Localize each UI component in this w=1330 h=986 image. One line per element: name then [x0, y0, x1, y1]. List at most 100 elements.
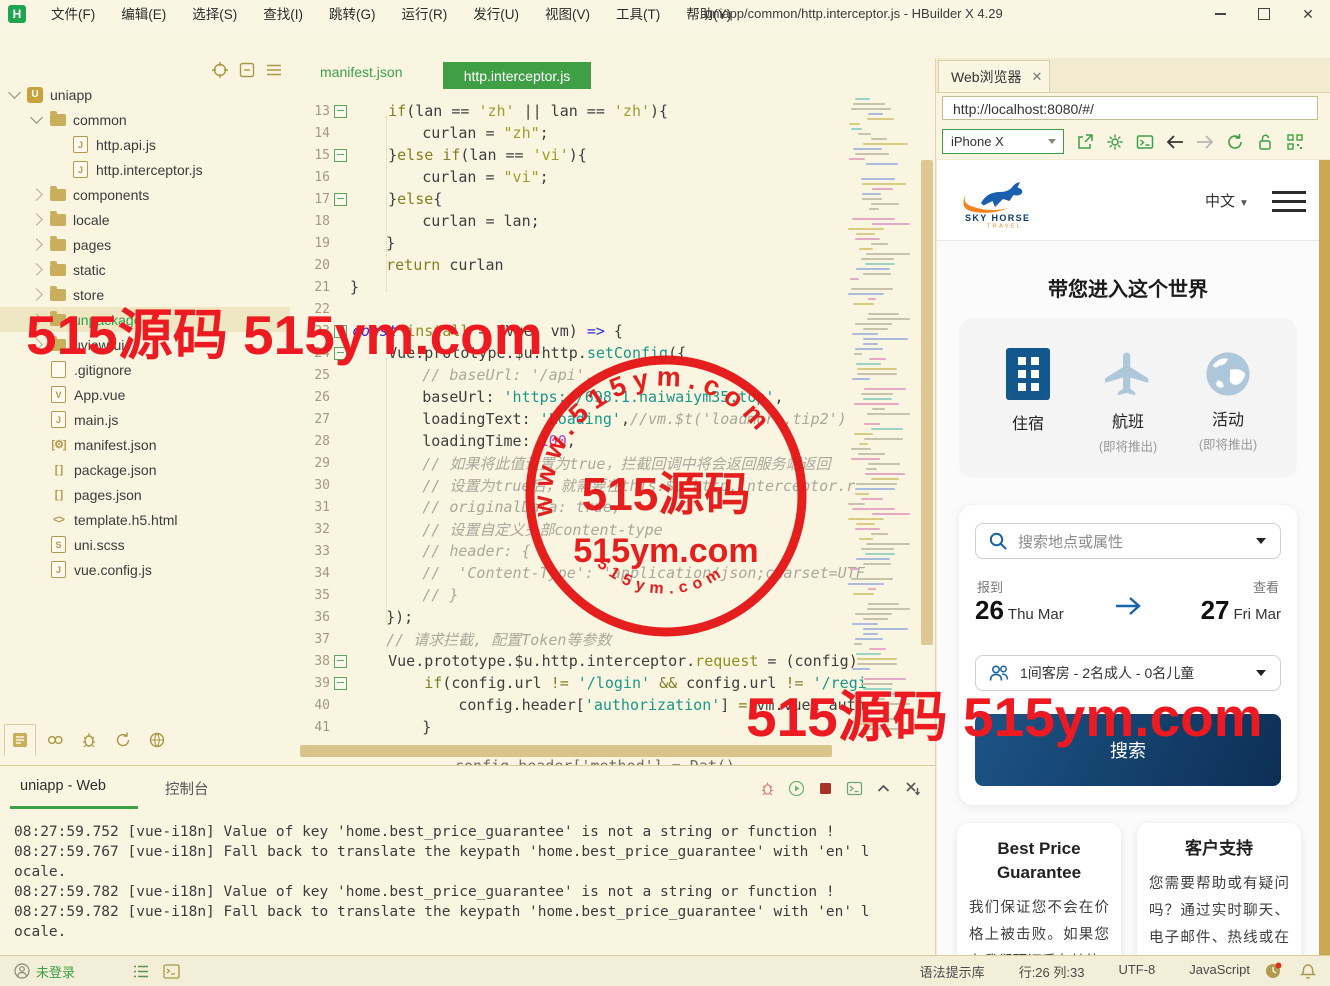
chevron-down-icon[interactable]: [8, 86, 21, 99]
minimap[interactable]: [845, 94, 911, 744]
browser-back-icon[interactable]: [1164, 131, 1186, 153]
device-select[interactable]: iPhone X: [942, 129, 1064, 154]
tree-item-locale[interactable]: locale: [0, 207, 290, 232]
tree-item-components[interactable]: components: [0, 182, 290, 207]
debug-icon[interactable]: [759, 780, 776, 797]
browser-forward-icon[interactable]: [1194, 131, 1216, 153]
language-selector[interactable]: 中文▼: [1205, 190, 1249, 211]
menu-文件(F)[interactable]: 文件(F): [38, 1, 108, 28]
login-status[interactable]: 未登录: [36, 962, 75, 981]
maximize-button[interactable]: [1242, 0, 1286, 28]
tree-item-vue.config.js[interactable]: Jvue.config.js: [0, 557, 290, 582]
explorer-menu-icon[interactable]: [266, 62, 282, 78]
unlock-icon[interactable]: [1254, 131, 1276, 153]
service-flights[interactable]: 航班 (即将推出): [1073, 348, 1183, 455]
menu-选择(S)[interactable]: 选择(S): [179, 1, 250, 28]
search-panel-tab[interactable]: [40, 725, 70, 755]
fold-marker[interactable]: [334, 677, 347, 690]
hamburger-menu-icon[interactable]: [1272, 191, 1306, 218]
tree-item-common[interactable]: common: [0, 107, 290, 132]
fold-marker[interactable]: [334, 347, 347, 360]
chevron-right-icon[interactable]: [30, 263, 43, 276]
menu-跳转(G)[interactable]: 跳转(G): [316, 1, 389, 28]
menu-视图(V)[interactable]: 视图(V): [532, 1, 603, 28]
menu-查找(I)[interactable]: 查找(I): [250, 1, 316, 28]
tree-item-uni.scss[interactable]: Suni.scss: [0, 532, 290, 557]
tree-item-manifest.json[interactable]: [⚙]manifest.json: [0, 432, 290, 457]
tab-http-interceptor-js[interactable]: http.interceptor.js: [443, 62, 591, 89]
history-icon[interactable]: [1264, 962, 1282, 980]
service-lodging[interactable]: 住宿: [973, 348, 1083, 434]
status-item-JavaScript[interactable]: JavaScript: [1189, 962, 1250, 981]
chevron-right-icon[interactable]: [30, 338, 43, 351]
tree-item-main.js[interactable]: Jmain.js: [0, 407, 290, 432]
files-panel-tab[interactable]: [4, 724, 36, 756]
refresh-icon[interactable]: [1224, 131, 1246, 153]
run-console-icon[interactable]: [788, 780, 805, 797]
fold-marker[interactable]: [334, 105, 347, 118]
collapse-panel-icon[interactable]: [875, 780, 892, 797]
tree-item-static[interactable]: static: [0, 257, 290, 282]
console-tab-kongzhitai[interactable]: 控制台: [165, 778, 209, 799]
fold-marker[interactable]: [334, 325, 347, 338]
debug-panel-tab[interactable]: [74, 725, 104, 755]
code-editor[interactable]: manifest.json http.interceptor.js 13 if(…: [290, 58, 935, 765]
occupancy-select[interactable]: 1间客房 - 2名成人 - 0名儿童: [975, 655, 1281, 691]
search-button[interactable]: 搜索: [975, 714, 1281, 786]
tree-item-pages[interactable]: pages: [0, 232, 290, 257]
status-item-行:26 列:33[interactable]: 行:26 列:33: [1019, 962, 1085, 981]
date-range[interactable]: 报到 26Thu Mar 查看 27Fri Mar: [975, 577, 1281, 637]
menu-编辑(E)[interactable]: 编辑(E): [108, 1, 179, 28]
fold-marker[interactable]: [334, 655, 347, 668]
fold-marker[interactable]: [334, 193, 347, 206]
collapse-all-icon[interactable]: [239, 62, 255, 78]
tree-item-template.h5.html[interactable]: <>template.h5.html: [0, 507, 290, 532]
menu-工具(T)[interactable]: 工具(T): [603, 1, 673, 28]
terminal-icon[interactable]: [846, 780, 863, 797]
editor-vertical-scrollbar[interactable]: [921, 160, 933, 645]
chevron-right-icon[interactable]: [30, 213, 43, 226]
tab-manifest-json[interactable]: manifest.json: [320, 64, 402, 80]
tree-item-http.api.js[interactable]: Jhttp.api.js: [0, 132, 290, 157]
outline-icon[interactable]: [133, 964, 149, 979]
locate-file-icon[interactable]: [212, 62, 228, 78]
url-input[interactable]: http://localhost:8080/#/: [942, 96, 1318, 120]
chevron-right-icon[interactable]: [30, 238, 43, 251]
chevron-right-icon[interactable]: [30, 288, 43, 301]
chevron-down-icon[interactable]: [30, 111, 43, 124]
gear-icon[interactable]: [1104, 131, 1126, 153]
menu-运行(R)[interactable]: 运行(R): [389, 1, 461, 28]
minimize-button[interactable]: [1198, 0, 1242, 28]
tree-item-uview-ui[interactable]: uview-ui: [0, 332, 290, 357]
editor-horizontal-scrollbar[interactable]: [300, 745, 832, 757]
tree-item-.gitignore[interactable]: .gitignore: [0, 357, 290, 382]
bell-icon[interactable]: [1300, 963, 1316, 980]
tree-item-App.vue[interactable]: VApp.vue: [0, 382, 290, 407]
close-tab-icon[interactable]: ✕: [1032, 69, 1043, 85]
browser-tab[interactable]: Web浏览器 ✕: [938, 60, 1050, 92]
menu-发行(U)[interactable]: 发行(U): [460, 1, 532, 28]
code-area[interactable]: 13 if(lan == 'zh' || lan == 'zh'){14 cur…: [290, 94, 935, 765]
fold-marker[interactable]: [334, 149, 347, 162]
web-panel-tab[interactable]: [142, 725, 172, 755]
tree-item-uniapp[interactable]: Uuniapp: [0, 82, 290, 107]
sync-panel-tab[interactable]: [108, 725, 138, 755]
tree-item-pages.json[interactable]: [ ]pages.json: [0, 482, 290, 507]
preview-scrollbar[interactable]: [1319, 160, 1330, 955]
open-external-icon[interactable]: [1074, 131, 1096, 153]
close-button[interactable]: ✕: [1286, 0, 1330, 28]
devtools-console-icon[interactable]: [1134, 131, 1156, 153]
destination-search-input[interactable]: 搜索地点或属性: [975, 523, 1281, 559]
console-tab-uniapp-web[interactable]: uniapp - Web: [20, 778, 106, 794]
tree-item-package.json[interactable]: [ ]package.json: [0, 457, 290, 482]
chevron-right-icon[interactable]: [30, 313, 43, 326]
chevron-right-icon[interactable]: [30, 188, 43, 201]
tree-item-unpackage[interactable]: unpackage: [0, 307, 290, 332]
qr-code-icon[interactable]: [1284, 131, 1306, 153]
tree-item-store[interactable]: store: [0, 282, 290, 307]
tree-item-http.interceptor.js[interactable]: Jhttp.interceptor.js: [0, 157, 290, 182]
status-item-UTF-8[interactable]: UTF-8: [1118, 962, 1155, 981]
service-activities[interactable]: 活动 (即将推出): [1173, 348, 1283, 453]
terminal-status-icon[interactable]: [163, 964, 180, 979]
status-item-语法提示库[interactable]: 语法提示库: [920, 962, 985, 981]
